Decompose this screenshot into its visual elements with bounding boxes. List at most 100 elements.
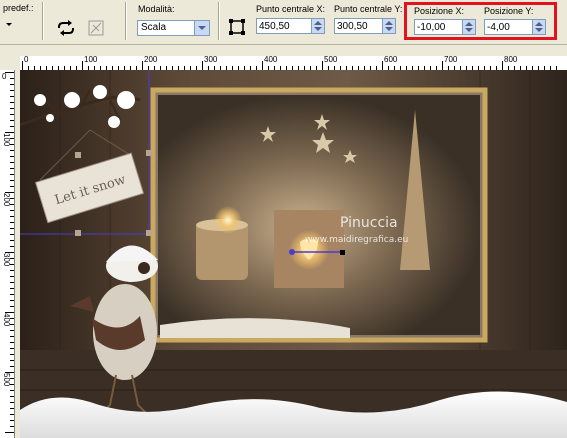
ruler-tick (10, 168, 14, 169)
center-y-spinner[interactable] (382, 19, 395, 33)
center-x-spinner[interactable] (311, 19, 324, 33)
chevron-down-icon[interactable] (194, 21, 209, 35)
ruler-tick (10, 144, 14, 145)
ruler-tick (10, 342, 14, 343)
horizontal-ruler: 0 100 200 300 400 500 600 700 800 (20, 56, 567, 71)
ruler-tick (82, 61, 83, 70)
ruler-tick (10, 360, 14, 361)
ruler-tick (10, 96, 14, 97)
ruler-tick (322, 61, 323, 70)
toolbar-gap (0, 45, 567, 56)
mode-label: Modalità: (138, 4, 175, 14)
ruler-h-label: 500 (324, 56, 338, 64)
ruler-tick (10, 288, 14, 289)
ruler-tick (10, 78, 14, 79)
ruler-tick (5, 252, 14, 253)
watermark-url: www.maidiregrafica.eu (305, 235, 408, 245)
ruler-tick (10, 420, 14, 421)
ruler-tick (10, 114, 14, 115)
center-point-icon[interactable] (226, 16, 248, 38)
ruler-h-label: 700 (444, 56, 458, 64)
ruler-tick (10, 354, 14, 355)
ruler-v-label: 200 (2, 193, 11, 207)
ruler-tick (10, 270, 14, 271)
ruler-tick (142, 61, 143, 70)
reset-icon[interactable] (55, 17, 77, 39)
ruler-tick (10, 390, 14, 391)
ruler-tick (10, 384, 14, 385)
ruler-tick (10, 276, 14, 277)
ruler-tick (5, 192, 14, 193)
ruler-tick (10, 84, 14, 85)
ruler-tick (5, 432, 14, 433)
ruler-tick (10, 138, 14, 139)
ruler-tick (10, 174, 14, 175)
center-x-field[interactable] (256, 18, 325, 34)
ruler-tick (442, 61, 443, 70)
ruler-h-label: 800 (504, 56, 518, 64)
ruler-corner (0, 56, 20, 70)
watermark-title: Pinuccia (340, 215, 398, 231)
preset-dropdown[interactable] (3, 16, 19, 32)
ruler-tick (10, 408, 14, 409)
ruler-tick (10, 90, 14, 91)
ruler-tick (10, 210, 14, 211)
ruler-tick (10, 186, 14, 187)
ruler-v-label: 100 (2, 133, 11, 147)
ruler-tick (10, 348, 14, 349)
toolbar: predef.: Modalità: Scala Punto centrale … (0, 0, 567, 45)
mode-value: Scala (141, 22, 167, 33)
center-y-field[interactable] (334, 18, 396, 34)
ruler-tick (10, 120, 14, 121)
ruler-v-label: 500 (2, 373, 11, 387)
ruler-tick (5, 72, 14, 73)
ruler-tick (10, 258, 14, 259)
ruler-v-label: 0 (2, 72, 7, 81)
ruler-tick (5, 132, 14, 133)
ruler-h-label: 400 (264, 56, 278, 64)
ruler-tick (10, 306, 14, 307)
ruler-tick (10, 180, 14, 181)
ruler-tick (10, 150, 14, 151)
ruler-tick (10, 264, 14, 265)
transform-icon[interactable] (85, 17, 107, 39)
ruler-tick (10, 198, 14, 199)
image-canvas[interactable]: Pinuccia www.maidiregrafica.eu Let it sn… (20, 70, 567, 438)
christmas-scene: Pinuccia www.maidiregrafica.eu Let it sn… (20, 70, 567, 438)
center-x-label: Punto centrale X: (256, 4, 326, 14)
ruler-tick (10, 396, 14, 397)
ruler-tick (10, 402, 14, 403)
ruler-tick (10, 216, 14, 217)
center-y-input[interactable] (335, 19, 383, 33)
ruler-tick (382, 61, 383, 70)
ruler-tick (10, 222, 14, 223)
ruler-tick (10, 228, 14, 229)
ruler-tick (262, 61, 263, 70)
center-y-label: Punto centrale Y: (334, 4, 403, 14)
ruler-tick (10, 330, 14, 331)
ruler-tick (22, 61, 23, 70)
ruler-tick (10, 204, 14, 205)
ruler-tick (10, 336, 14, 337)
ruler-v-label: 300 (2, 253, 11, 267)
vertical-ruler: 0 100 200 300 400 500 (0, 70, 15, 438)
ruler-tick (10, 126, 14, 127)
ruler-tick (10, 246, 14, 247)
ruler-tick (10, 240, 14, 241)
ruler-tick (5, 312, 14, 313)
ruler-tick (10, 102, 14, 103)
center-x-input[interactable] (257, 19, 311, 33)
ruler-tick (10, 108, 14, 109)
preset-label: predef.: (3, 3, 34, 13)
ruler-tick (10, 318, 14, 319)
ruler-tick (10, 324, 14, 325)
ruler-tick (10, 426, 14, 427)
ruler-tick (202, 61, 203, 70)
ruler-tick (10, 156, 14, 157)
ruler-h-label: 0 (24, 56, 29, 64)
ruler-tick (10, 378, 14, 379)
ruler-tick (10, 414, 14, 415)
ruler-v-label: 400 (2, 313, 11, 327)
mode-select[interactable]: Scala (137, 20, 210, 36)
ruler-tick (502, 61, 503, 70)
